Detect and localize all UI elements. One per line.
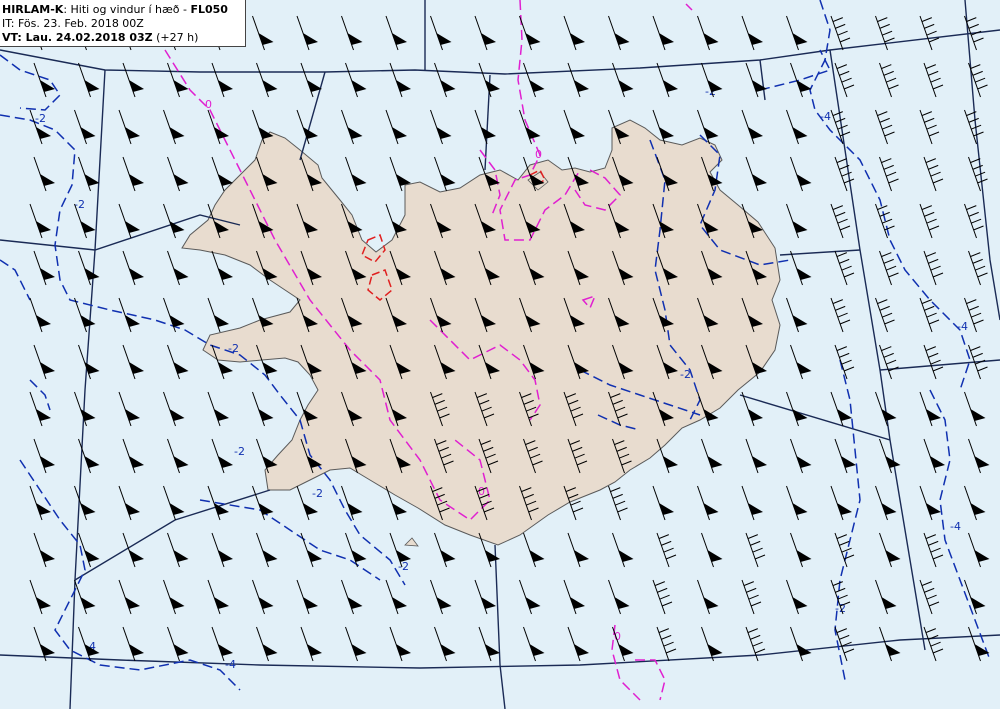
contour-label-minus-four: -4: [957, 320, 968, 333]
contour-label-minus-two: -2: [398, 560, 409, 573]
map-title-box: HIRLAM-K: Hiti og vindur í hæð - FL050 I…: [0, 0, 246, 47]
contour-label-minus-two: -2: [234, 445, 245, 458]
contour-label-zero: 0: [205, 98, 212, 111]
forecast-offset: (+27 h): [152, 31, 199, 44]
contour-label-zero: 0: [535, 148, 542, 161]
title-line: HIRLAM-K: Hiti og vindur í hæð - FL050: [2, 3, 228, 16]
map-description: Hiti og vindur í hæð: [70, 3, 180, 16]
contour-label-minus-two: -2: [74, 198, 85, 211]
valid-time-line: VT: Lau. 24.02.2018 03Z (+27 h): [2, 31, 199, 44]
contour-label-minus-four: -4: [950, 520, 961, 533]
init-time: Fös. 23. Feb. 2018 00Z: [17, 17, 144, 30]
contour-label-minus-two: -2: [312, 487, 323, 500]
contour-label-minus-two: -2: [680, 368, 691, 381]
valid-time: Lau. 24.02.2018 03Z: [25, 31, 153, 44]
contour-label-minus-four: -4: [820, 110, 831, 123]
model-name: HIRLAM-K: [2, 3, 64, 16]
contour-label-minus-two: -2: [35, 112, 46, 125]
init-time-line: IT: Fös. 23. Feb. 2018 00Z: [2, 17, 144, 30]
contour-label-minus-two: -2: [228, 342, 239, 355]
weather-map: 0 0 0 0 -2 -2 -2 -2 -2 -2 -2 -2 -2 -4 -4…: [0, 0, 1000, 709]
flight-level: FL050: [190, 3, 228, 16]
contour-label-minus-four: -4: [225, 658, 236, 671]
